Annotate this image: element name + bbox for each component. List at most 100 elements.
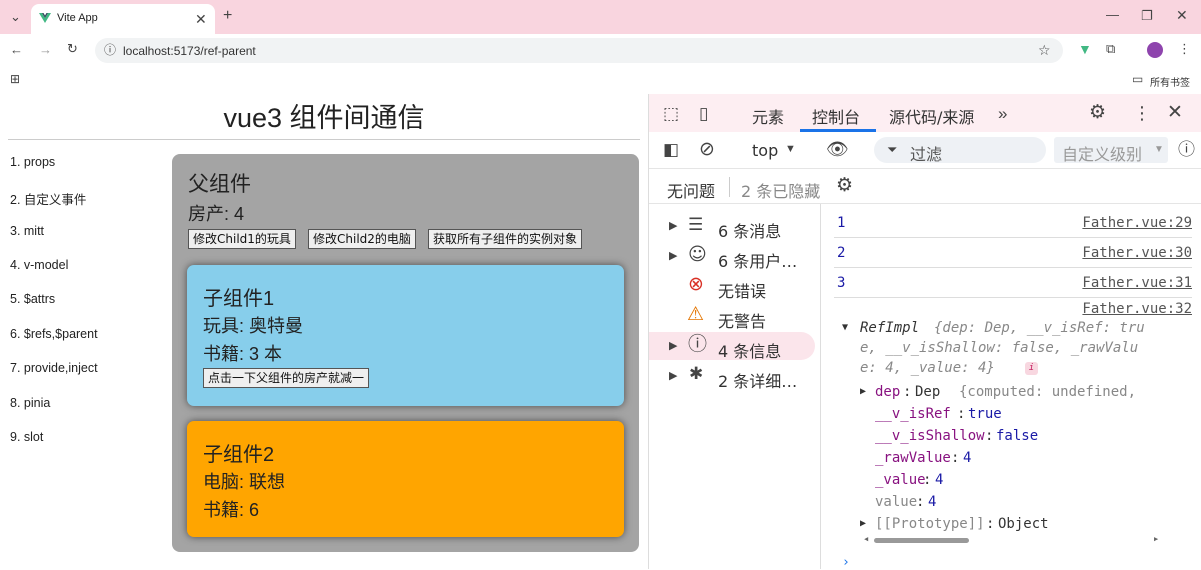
live-expression-eye-icon[interactable]: 👁: [826, 140, 849, 158]
prop-rawvalue-val: 4: [963, 450, 972, 466]
page-title: vue3 组件间通信: [223, 103, 425, 133]
log-source-link[interactable]: Father.vue:31: [1082, 275, 1192, 291]
issues-bar: 无问题 2 条已隐藏 ⚙: [649, 168, 1201, 204]
prop-getter-colon: :: [916, 494, 925, 510]
nav-link-attrs[interactable]: 5. $attrs: [10, 292, 55, 306]
prop-isref-colon: :: [957, 406, 966, 422]
scroll-left-icon[interactable]: ◀: [864, 536, 868, 543]
nav-link-slot[interactable]: 9. slot: [10, 430, 43, 444]
sidebar-errors[interactable]: ⊗ 无错误: [649, 272, 815, 302]
expand-arrow-icon[interactable]: ▶: [860, 518, 866, 529]
log-value: 3: [837, 275, 846, 291]
log-level-dropdown-icon: ▼: [1154, 144, 1164, 155]
tab-console[interactable]: 控制台: [812, 104, 860, 128]
all-bookmarks-label[interactable]: 所有书签: [1150, 74, 1190, 89]
info-badge-icon[interactable]: i: [1025, 362, 1038, 375]
nav-link-pinia[interactable]: 8. pinia: [10, 396, 50, 410]
context-dropdown-icon[interactable]: ▼: [785, 144, 796, 155]
nav-link-mitt[interactable]: 3. mitt: [10, 224, 44, 238]
console-prompt-icon[interactable]: ›: [842, 556, 850, 569]
prop-getter-key: value: [875, 494, 918, 510]
nav-link-custom-event[interactable]: 2. 自定义事件: [10, 189, 86, 208]
sidebar-info[interactable]: ▶ ⓘ 4 条信息: [649, 332, 815, 361]
inspect-element-icon[interactable]: ⬚: [663, 105, 679, 122]
bookmark-star-icon[interactable]: ☆: [1038, 43, 1051, 57]
apps-grid-icon[interactable]: ⊞: [10, 73, 20, 85]
console-filter-bar: ◧ ⊘ top ▼ 👁 ⏷ 过滤 自定义级别 ▼ ⓘ: [649, 132, 1201, 168]
sidebar-errors-label: 无错误: [718, 282, 767, 301]
collapse-arrow-icon[interactable]: ▼: [842, 322, 848, 333]
restore-icon[interactable]: ❐: [1141, 9, 1153, 22]
sidebar-user-messages[interactable]: ▶ ☺ 6 条用户…: [649, 242, 815, 272]
context-select[interactable]: top: [752, 141, 778, 160]
close-tab-icon[interactable]: ✕: [195, 12, 207, 26]
decrease-house-button[interactable]: 点击一下父组件的房产就减一: [203, 368, 370, 388]
nav-link-v-model[interactable]: 4. v-model: [10, 258, 68, 272]
sidebar-verbose[interactable]: ▶ ✱ 2 条详细…: [649, 362, 815, 392]
prop-value-colon: :: [923, 472, 932, 488]
object-preview-line2: e, __v_isShallow: false, _rawValu: [860, 340, 1139, 356]
profile-avatar[interactable]: [1147, 42, 1163, 58]
reload-icon[interactable]: ↻: [67, 42, 78, 55]
url-text[interactable]: localhost:5173/ref-parent: [123, 44, 256, 58]
change-child1-toy-button[interactable]: 修改Child1的玩具: [188, 229, 296, 249]
warning-icon: ⚠: [687, 303, 705, 325]
close-devtools-icon[interactable]: ✕: [1167, 103, 1183, 122]
expand-arrow-icon: ▶: [669, 249, 678, 262]
menu-icon[interactable]: ⋮: [1178, 42, 1191, 55]
log-source-link[interactable]: Father.vue:32: [1082, 301, 1192, 317]
tab-elements[interactable]: 元素: [752, 104, 784, 128]
prop-prototype-key: [[Prototype]]: [875, 516, 985, 532]
back-icon[interactable]: ←: [10, 43, 23, 56]
user-icon: ☺: [688, 244, 707, 265]
log-source-link[interactable]: Father.vue:29: [1082, 215, 1192, 231]
settings-gear-icon[interactable]: ⚙: [1089, 103, 1106, 122]
log-entry: 2 Father.vue:30: [834, 238, 1192, 268]
horizontal-scrollbar[interactable]: ◀ ▶: [864, 536, 1160, 544]
tab-sources[interactable]: 源代码/来源: [889, 104, 974, 128]
clear-console-icon[interactable]: ⊘: [699, 140, 715, 159]
log-entry: Father.vue:32: [834, 294, 1192, 318]
close-window-icon[interactable]: ✕: [1176, 8, 1188, 22]
hidden-count: 2 条已隐藏: [741, 182, 821, 201]
vite-logo-icon: [39, 13, 51, 23]
prop-dep-key: dep: [875, 384, 901, 400]
forward-icon[interactable]: →: [39, 43, 52, 56]
log-source-link[interactable]: Father.vue:30: [1082, 245, 1192, 261]
change-child2-computer-button[interactable]: 修改Child2的电脑: [308, 229, 416, 249]
nav-link-provide-inject[interactable]: 7. provide,inject: [10, 361, 98, 375]
issues-label[interactable]: 无问题: [667, 178, 715, 202]
device-toolbar-icon[interactable]: ▯: [699, 105, 708, 122]
get-all-children-button[interactable]: 获取所有子组件的实例对象: [428, 229, 583, 249]
sidebar-toggle-icon[interactable]: ◧: [663, 141, 679, 158]
console-sidebar: ▶ ☰ 6 条消息 ▶ ☺ 6 条用户… ⊗ 无错误 ⚠ 无警告 ▶ ⓘ 4 条…: [649, 204, 821, 569]
filter-input[interactable]: ⏷ 过滤: [874, 137, 1046, 164]
vue-devtools-extension-icon[interactable]: ▼: [1078, 42, 1092, 56]
log-level-select[interactable]: 自定义级别 ▼: [1054, 137, 1168, 164]
more-tabs-icon[interactable]: »: [998, 105, 1007, 122]
scroll-right-icon[interactable]: ▶: [1154, 536, 1158, 543]
browser-tab-bar: ⌄ Vite App ✕ + — ❐ ✕: [0, 0, 1201, 34]
site-info-icon[interactable]: ⓘ: [104, 44, 116, 56]
child1-toy: 玩具: 奥特曼: [203, 316, 304, 336]
extensions-icon[interactable]: ⧉: [1106, 42, 1115, 55]
sidebar-messages[interactable]: ▶ ☰ 6 条消息: [649, 212, 815, 242]
browser-tab[interactable]: Vite App ✕: [31, 4, 215, 34]
nav-link-props[interactable]: 1. props: [10, 155, 55, 169]
scrollbar-thumb[interactable]: [874, 538, 969, 543]
folder-icon[interactable]: ▭: [1132, 73, 1143, 85]
parent-house: 房产: 4: [188, 204, 245, 224]
minimize-icon[interactable]: —: [1106, 8, 1119, 21]
object-class-name[interactable]: RefImpl: [860, 320, 919, 336]
console-settings-info-icon[interactable]: ⓘ: [1178, 141, 1195, 158]
address-bar[interactable]: ⓘ localhost:5173/ref-parent ☆: [95, 38, 1063, 63]
devtools-menu-icon[interactable]: ⋮: [1133, 104, 1151, 122]
tab-list-chevron-icon[interactable]: ⌄: [10, 10, 21, 23]
expand-arrow-icon[interactable]: ▶: [860, 386, 866, 397]
new-tab-icon[interactable]: +: [223, 8, 232, 24]
nav-link-refs-parent[interactable]: 6. $refs,$parent: [10, 327, 98, 341]
filter-placeholder: 过滤: [910, 145, 943, 164]
sidebar-warnings[interactable]: ⚠ 无警告: [649, 302, 815, 332]
issues-settings-gear-icon[interactable]: ⚙: [836, 176, 853, 195]
parent-component: 父组件 房产: 4 修改Child1的玩具 修改Child2的电脑 获取所有子组…: [172, 154, 639, 552]
